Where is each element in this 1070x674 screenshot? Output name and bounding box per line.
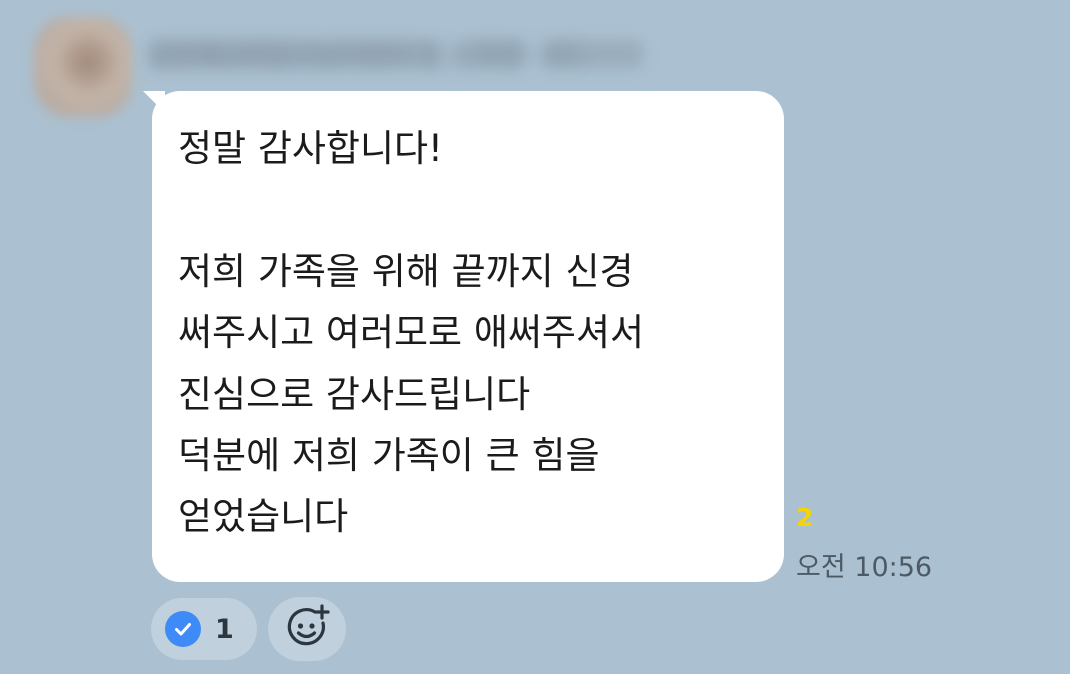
- sender-name-text: 김민혜교회집사님이었어 얼는 추천 사다: [148, 42, 580, 72]
- sender-name: 김민혜교회집사님이었어 얼는 추천 사다: [148, 36, 688, 72]
- avatar[interactable]: [34, 17, 132, 117]
- check-circle-icon: [165, 611, 201, 647]
- add-reaction-button[interactable]: [268, 597, 346, 661]
- reaction-count: 1: [215, 613, 234, 645]
- add-emoji-icon: [282, 602, 332, 656]
- message-timestamp: 오전 10:56: [796, 552, 933, 583]
- unread-count: 2: [796, 503, 814, 532]
- message-text: 정말 감사합니다! 저희 가족을 위해 끝까지 신경 써주시고 여러모로 애써주…: [178, 127, 645, 539]
- check-reaction-button[interactable]: 1: [151, 598, 257, 660]
